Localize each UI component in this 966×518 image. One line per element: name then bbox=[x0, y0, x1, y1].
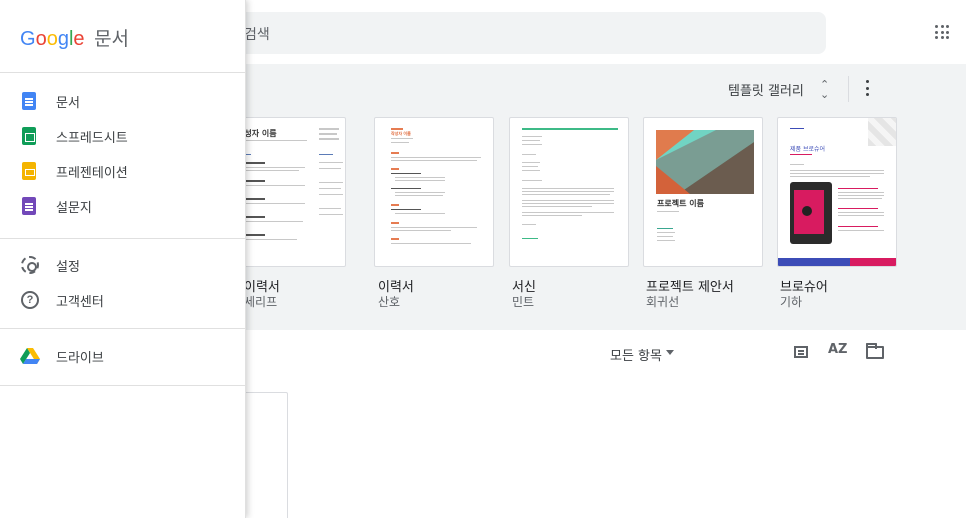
apps-grid-icon[interactable] bbox=[935, 25, 949, 39]
logo-letter: e bbox=[73, 28, 85, 50]
divider bbox=[0, 72, 246, 73]
template-card-resume-coral[interactable]: 작성자 이름 bbox=[374, 117, 494, 267]
docs-icon bbox=[22, 92, 36, 110]
thumb-heading: 제품 브로슈어 bbox=[790, 146, 826, 153]
logo-letter: g bbox=[57, 28, 69, 50]
divider bbox=[0, 238, 246, 239]
logo-letter: o bbox=[35, 28, 47, 50]
nav-label: 설문지 bbox=[56, 201, 92, 216]
nav-item-drive[interactable]: 드라이브 bbox=[0, 338, 246, 374]
nav-label: 설정 bbox=[56, 260, 80, 275]
thumb-heading: 작성자 이름 bbox=[391, 131, 411, 136]
logo-letter: o bbox=[46, 28, 58, 50]
divider bbox=[848, 76, 849, 102]
nav-item-settings[interactable]: 설정 bbox=[0, 247, 246, 283]
sort-az-icon[interactable]: AZ bbox=[828, 342, 848, 357]
list-view-icon[interactable] bbox=[794, 346, 808, 358]
template-subtitle: 기하 bbox=[780, 295, 803, 309]
gear-icon bbox=[21, 256, 39, 274]
product-name: 문서 bbox=[94, 28, 130, 50]
nav-label: 드라이브 bbox=[56, 351, 104, 366]
nav-label: 문서 bbox=[56, 96, 80, 111]
template-card-project-proposal[interactable]: 프로젝트 이름 bbox=[643, 117, 763, 267]
search-placeholder: 검색 bbox=[244, 27, 270, 43]
template-subtitle: 세리프 bbox=[244, 295, 278, 309]
template-gallery-toggle[interactable]: 템플릿 갤러리 bbox=[728, 80, 804, 99]
unfold-icon[interactable]: ⌃ ⌄ bbox=[820, 79, 829, 100]
nav-item-help[interactable]: ? 고객센터 bbox=[0, 282, 246, 318]
search-box[interactable]: 검색 bbox=[226, 12, 826, 54]
nav-item-slides[interactable]: 프레젠테이션 bbox=[0, 153, 246, 189]
nav-item-forms[interactable]: 설문지 bbox=[0, 188, 246, 224]
drive-icon bbox=[20, 348, 40, 364]
more-vert-icon[interactable] bbox=[866, 80, 870, 96]
forms-icon bbox=[22, 197, 36, 215]
logo-letter: G bbox=[20, 28, 36, 50]
navigation-drawer: Google 문서 문서 스프레드시트 프레젠테이션 설문지 설정 ? 고객센터… bbox=[0, 0, 246, 518]
folder-picker-icon[interactable] bbox=[866, 343, 884, 359]
google-docs-logo[interactable]: Google 문서 bbox=[20, 24, 129, 51]
template-subtitle: 민트 bbox=[512, 295, 535, 309]
template-subtitle: 산호 bbox=[378, 295, 401, 309]
help-icon: ? bbox=[21, 291, 39, 309]
template-card-brochure[interactable]: 제품 브로슈어 bbox=[777, 117, 897, 267]
dropdown-caret-icon[interactable] bbox=[666, 350, 674, 355]
nav-item-docs[interactable]: 문서 bbox=[0, 83, 246, 119]
owner-filter-dropdown[interactable]: 모든 항목 bbox=[610, 345, 662, 364]
thumb-heading: 프로젝트 이름 bbox=[657, 199, 704, 208]
divider bbox=[0, 385, 246, 386]
nav-label: 스프레드시트 bbox=[56, 131, 128, 146]
nav-label: 프레젠테이션 bbox=[56, 166, 128, 181]
thumb-graphic bbox=[656, 130, 754, 194]
slides-icon bbox=[22, 162, 36, 180]
sheets-icon bbox=[22, 127, 36, 145]
nav-label: 고객센터 bbox=[56, 295, 104, 310]
divider bbox=[0, 328, 246, 329]
nav-item-sheets[interactable]: 스프레드시트 bbox=[0, 118, 246, 154]
template-subtitle: 회귀선 bbox=[646, 295, 680, 309]
template-card-letter-mint[interactable] bbox=[509, 117, 629, 267]
